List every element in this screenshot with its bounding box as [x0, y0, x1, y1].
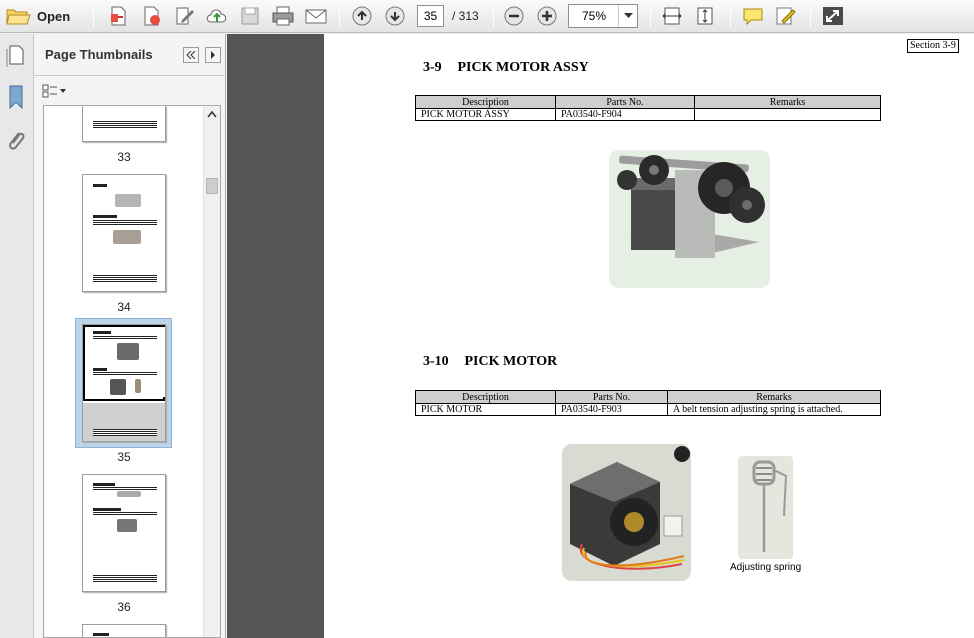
previous-page-icon — [352, 6, 372, 26]
collapse-panel-button[interactable] — [183, 47, 199, 63]
thumbnail-page-34[interactable] — [82, 174, 166, 292]
double-chevron-left-icon — [186, 51, 196, 59]
thumbnail-label: 36 — [117, 600, 131, 614]
fit-page-button[interactable] — [693, 4, 717, 28]
chevron-down-icon[interactable] — [618, 5, 637, 27]
export-button[interactable] — [139, 4, 163, 28]
print-button[interactable] — [270, 4, 296, 28]
section-title: PICK MOTOR ASSY — [457, 60, 589, 75]
thumbnail-label: 33 — [117, 150, 131, 164]
bookmarks-button[interactable] — [4, 84, 28, 110]
edit-button[interactable] — [172, 4, 196, 28]
thumbnail-label: 35 — [117, 450, 131, 464]
table-cell: A belt tension adjusting spring is attac… — [667, 403, 881, 416]
bookmarks-icon — [9, 85, 23, 110]
zoom-in-icon — [537, 6, 557, 26]
thumbnails-panel: Page Thumbnails 33 34 35 36 — [34, 34, 226, 638]
thumbnail-page-37[interactable] — [82, 624, 166, 637]
options-icon — [42, 84, 66, 98]
panel-forward-button[interactable] — [205, 47, 221, 63]
create-pdf-icon — [144, 6, 160, 26]
column-header: Remarks — [694, 95, 881, 109]
page-thumbnails-button[interactable] — [4, 43, 28, 67]
zoom-out-button[interactable] — [502, 4, 526, 28]
email-button[interactable] — [303, 4, 329, 28]
attachments-icon — [9, 132, 25, 150]
zoom-select[interactable]: 75% — [568, 4, 638, 28]
column-header: Parts No. — [555, 95, 695, 109]
thumbnail-options-button[interactable] — [42, 82, 70, 100]
thumbnail-page-36[interactable] — [82, 474, 166, 592]
fit-width-button[interactable] — [660, 4, 684, 28]
comment-icon — [743, 8, 763, 26]
column-header: Parts No. — [555, 390, 668, 404]
table-cell: PA03540-F904 — [555, 108, 695, 121]
toolbar: Open 35 / 313 75% — [0, 0, 974, 33]
open-button[interactable]: Open — [5, 4, 70, 28]
full-screen-button[interactable] — [820, 4, 846, 28]
open-folder-icon — [6, 9, 31, 25]
fit-page-icon — [697, 7, 713, 25]
pick-motor-assy-photo — [609, 150, 770, 288]
column-header: Remarks — [667, 390, 881, 404]
highlight-button[interactable] — [773, 4, 799, 28]
page-total: / 313 — [452, 9, 479, 23]
create-pdf-button[interactable] — [106, 4, 130, 28]
attachments-button[interactable] — [4, 128, 28, 154]
next-page-button[interactable] — [383, 4, 407, 28]
edit-pdf-icon — [176, 7, 194, 25]
thumbnail-list[interactable]: 33 34 35 36 — [43, 105, 221, 638]
zoom-in-button[interactable] — [535, 4, 559, 28]
section-title: PICK MOTOR — [464, 354, 558, 369]
adjusting-spring-photo — [738, 456, 793, 559]
column-header: Description — [415, 390, 556, 404]
upload-icon — [206, 9, 227, 23]
scrollbar-thumb[interactable] — [206, 178, 218, 194]
previous-page-button[interactable] — [350, 4, 374, 28]
save-button[interactable] — [238, 4, 262, 28]
panel-title: Page Thumbnails — [45, 47, 153, 62]
section-number: 3-10 — [423, 354, 449, 369]
table-cell: PA03540-F903 — [555, 403, 668, 416]
section-number: 3-9 — [423, 60, 442, 75]
section-heading: 3-9 PICK MOTOR ASSY — [423, 60, 589, 76]
thumbnail-label: 34 — [117, 300, 131, 314]
spring-caption: Adjusting spring — [730, 562, 802, 573]
thumbnail-page-33[interactable] — [82, 106, 166, 142]
column-header: Description — [415, 95, 556, 109]
pdf-page: Section 3-9 3-9 PICK MOTOR ASSY Descript… — [324, 34, 974, 638]
save-icon — [241, 7, 259, 25]
full-screen-icon — [823, 7, 843, 25]
zoom-out-icon — [504, 6, 524, 26]
open-label: Open — [37, 8, 71, 24]
section-heading: 3-10 PICK MOTOR — [423, 354, 557, 370]
thumbnail-page-35[interactable] — [82, 324, 166, 442]
fit-width-icon — [662, 7, 682, 25]
table-cell — [694, 108, 881, 121]
next-page-icon — [385, 6, 405, 26]
pick-motor-photo — [562, 444, 691, 581]
email-icon — [305, 9, 327, 24]
zoom-value: 75% — [581, 9, 607, 23]
table-row: PICK MOTOR PA03540-F903 A belt tension a… — [415, 403, 881, 416]
document-view[interactable]: Section 3-9 3-9 PICK MOTOR ASSY Descript… — [227, 34, 974, 638]
table-row: PICK MOTOR ASSY PA03540-F904 — [415, 108, 881, 121]
upload-button[interactable] — [204, 4, 230, 28]
highlight-icon — [776, 7, 796, 25]
navigation-pane-strip — [0, 34, 34, 638]
page-thumbnails-icon — [6, 45, 24, 67]
thumbnail-scrollbar[interactable] — [203, 106, 220, 637]
print-icon — [272, 6, 294, 26]
section-tag: Section 3-9 — [907, 39, 959, 53]
page-number-input[interactable]: 35 — [417, 5, 444, 27]
chevron-right-icon — [211, 51, 215, 59]
parts-table: Description Parts No. Remarks PICK MOTOR… — [415, 390, 881, 416]
table-cell: PICK MOTOR — [415, 403, 556, 416]
comment-button[interactable] — [740, 4, 766, 28]
parts-table: Description Parts No. Remarks PICK MOTOR… — [415, 95, 881, 121]
table-cell: PICK MOTOR ASSY — [415, 108, 556, 121]
create-pdf-icon — [111, 6, 126, 26]
chevron-up-icon[interactable] — [207, 110, 217, 118]
